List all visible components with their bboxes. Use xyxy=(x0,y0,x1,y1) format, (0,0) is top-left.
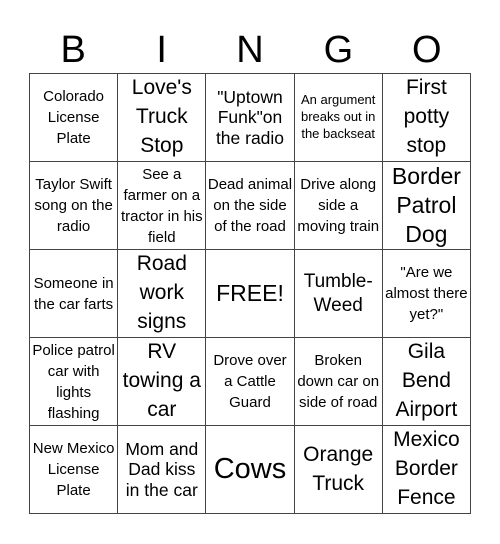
bingo-cell[interactable]: Drove over a Cattle Guard xyxy=(206,338,295,426)
bingo-cell[interactable]: Gila Bend Airport xyxy=(382,338,471,426)
bingo-cell-label: "Are we almost there yet?" xyxy=(385,264,468,323)
header-letter-g: G xyxy=(323,29,354,71)
bingo-cell-label: Mexico Border Fence xyxy=(393,428,460,509)
header-letter-b: B xyxy=(60,29,86,71)
bingo-cell-label: See a farmer on a tractor in his field xyxy=(120,165,203,246)
bingo-cell[interactable]: Police patrol car with lights flashing xyxy=(30,338,119,426)
bingo-cell[interactable]: RV towing a car xyxy=(118,338,207,426)
bingo-cell[interactable]: Someone in the car farts xyxy=(30,250,119,338)
bingo-cell[interactable]: Cows xyxy=(206,426,295,514)
bingo-cell[interactable]: Love's Truck Stop xyxy=(118,74,207,162)
header-letter-n: N xyxy=(236,29,264,71)
bingo-cell[interactable]: Broken down car on side of road xyxy=(294,338,383,426)
bingo-cell-label: RV towing a car xyxy=(122,340,201,421)
bingo-cell-label: Taylor Swift song on the radio xyxy=(34,176,113,235)
header-letter-o: O xyxy=(412,29,442,71)
bingo-cell-label: Gila Bend Airport xyxy=(395,340,458,421)
bingo-cell[interactable]: Orange Truck xyxy=(294,426,383,514)
header-letter-i: I xyxy=(156,29,167,71)
bingo-cell[interactable]: Mom and Dad kiss in the car xyxy=(118,426,207,514)
bingo-cell[interactable]: Road work signs xyxy=(118,250,207,338)
bingo-cell-label: Cows xyxy=(213,452,287,485)
bingo-header: B I N G O xyxy=(29,28,471,72)
bingo-card-grid: Colorado License Plate Love's Truck Stop "… xyxy=(29,73,471,514)
bingo-cell-label: New Mexico License Plate xyxy=(32,440,115,499)
bingo-cell[interactable]: "Are we almost there yet?" xyxy=(382,250,471,338)
bingo-cell-label: Drive along side a moving train xyxy=(297,176,380,235)
bingo-cell[interactable]: Dead animal on the side of the road xyxy=(206,162,295,250)
bingo-cell[interactable]: Taylor Swift song on the radio xyxy=(30,162,119,250)
bingo-cell-label: Orange Truck xyxy=(303,442,374,495)
bingo-cell[interactable]: Drive along side a moving train xyxy=(294,162,383,250)
bingo-cell[interactable]: Tumble-Weed xyxy=(294,250,383,338)
bingo-cell-label: Dead animal on the side of the road xyxy=(207,176,293,235)
bingo-cell-label: "Uptown Funk"on the radio xyxy=(215,86,285,148)
bingo-cell[interactable]: "Uptown Funk"on the radio xyxy=(206,74,295,162)
bingo-cell-label: Someone in the car farts xyxy=(33,274,114,313)
bingo-cell-label: First potty stop xyxy=(403,76,450,157)
bingo-cell[interactable]: An argument breaks out in the backseat xyxy=(294,74,383,162)
bingo-cell-label: Police patrol car with lights flashing xyxy=(32,341,115,422)
bingo-cell[interactable]: See a farmer on a tractor in his field xyxy=(118,162,207,250)
bingo-cell-label: Border Patrol Dog xyxy=(391,163,461,247)
bingo-cell[interactable]: Border Patrol Dog xyxy=(382,162,471,250)
bingo-cell[interactable]: Colorado License Plate xyxy=(30,74,119,162)
bingo-cell[interactable]: First potty stop xyxy=(382,74,471,162)
bingo-cell-label: Mom and Dad kiss in the car xyxy=(125,438,199,500)
bingo-cell-label: Love's Truck Stop xyxy=(131,76,192,157)
bingo-cell[interactable]: Mexico Border Fence xyxy=(382,426,471,514)
bingo-cell-label: Road work signs xyxy=(136,252,187,333)
bingo-cell-label: Colorado License Plate xyxy=(43,88,105,147)
bingo-cell-label: Drove over a Cattle Guard xyxy=(213,352,287,411)
bingo-cell-free-space[interactable]: FREE! xyxy=(206,250,295,338)
bingo-cell[interactable]: New Mexico License Plate xyxy=(30,426,119,514)
bingo-cell-label: Broken down car on side of road xyxy=(297,352,380,411)
bingo-cell-label: An argument breaks out in the backseat xyxy=(300,92,376,141)
bingo-cell-label: FREE! xyxy=(216,280,284,307)
bingo-cell-label: Tumble-Weed xyxy=(303,270,373,316)
